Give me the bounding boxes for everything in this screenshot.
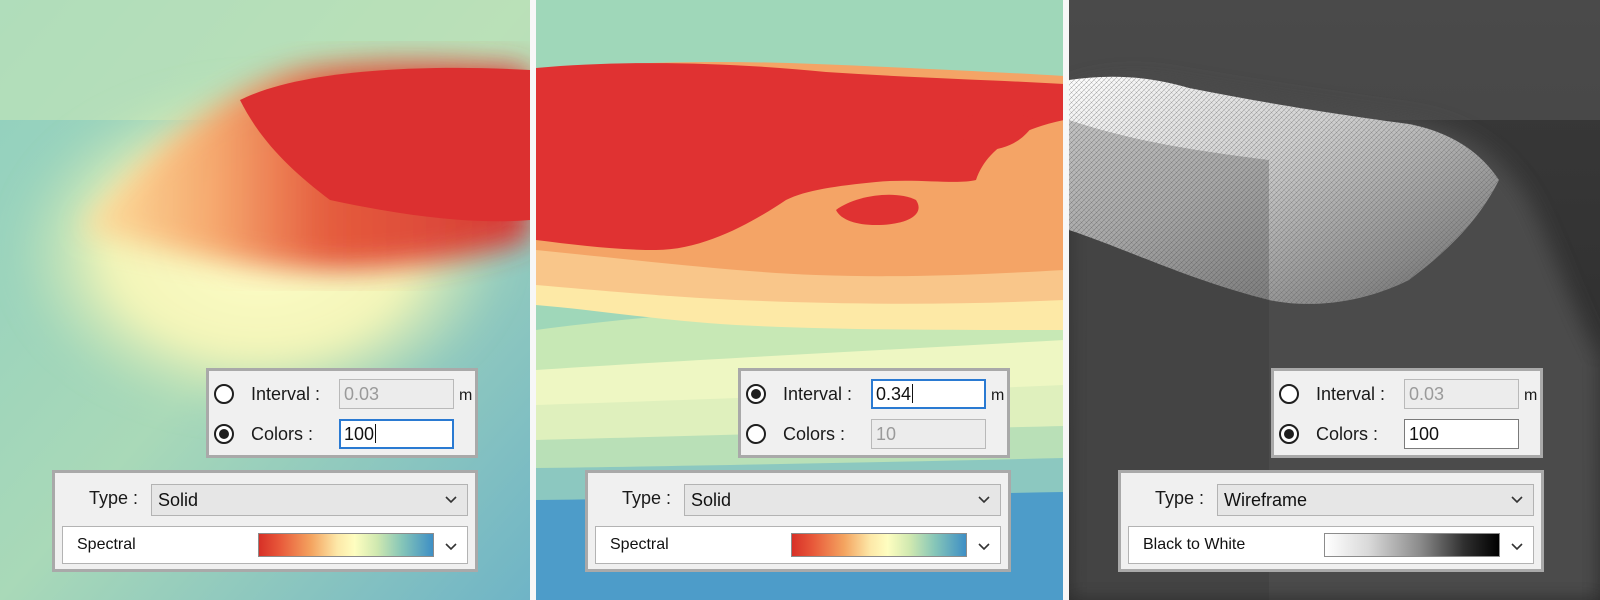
type-dropdown[interactable]: Wireframe bbox=[1217, 484, 1534, 516]
interval-input[interactable]: 0.03 bbox=[339, 379, 454, 409]
interval-input-value: 0.34 bbox=[876, 384, 912, 404]
interval-input[interactable]: 0.03 bbox=[1404, 379, 1519, 409]
text-caret bbox=[375, 424, 377, 443]
colors-input[interactable]: 10 bbox=[871, 419, 986, 449]
chevron-down-icon bbox=[978, 496, 990, 504]
palette-gradient-swatch bbox=[791, 533, 967, 557]
colors-input[interactable]: 100 bbox=[339, 419, 454, 449]
chevron-down-icon bbox=[445, 496, 457, 504]
interval-radio[interactable] bbox=[746, 384, 766, 404]
colors-label: Colors : bbox=[251, 424, 314, 444]
render-type-options: Type : Solid Spectral bbox=[585, 470, 1011, 572]
interval-colors-options: Interval : 0.34 m Colors : 10 bbox=[738, 368, 1010, 458]
colors-input[interactable]: 100 bbox=[1404, 419, 1519, 449]
type-dropdown-value: Solid bbox=[691, 490, 732, 510]
palette-dropdown[interactable]: Black to White bbox=[1128, 526, 1534, 564]
colors-input-value: 100 bbox=[344, 424, 375, 444]
colors-radio[interactable] bbox=[1279, 424, 1299, 444]
interval-unit: m bbox=[1524, 387, 1538, 404]
type-label: Type : bbox=[89, 488, 139, 508]
interval-option-row: Interval : 0.03 m bbox=[1274, 379, 1540, 413]
text-caret bbox=[912, 384, 914, 403]
colors-label: Colors : bbox=[783, 424, 846, 444]
interval-label: Interval : bbox=[783, 384, 853, 404]
type-label: Type : bbox=[1155, 488, 1205, 508]
palette-name: Black to White bbox=[1143, 536, 1246, 553]
type-dropdown[interactable]: Solid bbox=[151, 484, 468, 516]
chevron-down-icon bbox=[1511, 543, 1523, 551]
palette-name: Spectral bbox=[610, 536, 669, 553]
interval-label: Interval : bbox=[251, 384, 321, 404]
palette-dropdown[interactable]: Spectral bbox=[62, 526, 468, 564]
colors-option-row: Colors : 100 bbox=[209, 419, 475, 453]
chevron-down-icon bbox=[1511, 496, 1523, 504]
type-label: Type : bbox=[622, 488, 672, 508]
type-dropdown-value: Wireframe bbox=[1224, 490, 1308, 510]
chevron-down-icon bbox=[445, 543, 457, 551]
type-dropdown-value: Solid bbox=[158, 490, 199, 510]
interval-colors-options: Interval : 0.03 m Colors : 100 bbox=[206, 368, 478, 458]
colors-option-row: Colors : 10 bbox=[741, 419, 1007, 453]
interval-input[interactable]: 0.34 bbox=[871, 379, 986, 409]
interval-radio[interactable] bbox=[214, 384, 234, 404]
palette-gradient-swatch bbox=[258, 533, 434, 557]
palette-gradient-swatch bbox=[1324, 533, 1500, 557]
interval-option-row: Interval : 0.03 m bbox=[209, 379, 475, 413]
interval-label: Interval : bbox=[1316, 384, 1386, 404]
colors-option-row: Colors : 100 bbox=[1274, 419, 1540, 453]
colors-label: Colors : bbox=[1316, 424, 1379, 444]
palette-dropdown[interactable]: Spectral bbox=[595, 526, 1001, 564]
palette-name: Spectral bbox=[77, 536, 136, 553]
colors-radio[interactable] bbox=[746, 424, 766, 444]
render-type-options: Type : Wireframe Black to White bbox=[1118, 470, 1544, 572]
interval-unit: m bbox=[459, 387, 473, 404]
interval-unit: m bbox=[991, 387, 1005, 404]
interval-colors-options: Interval : 0.03 m Colors : 100 bbox=[1271, 368, 1543, 458]
colors-radio[interactable] bbox=[214, 424, 234, 444]
interval-option-row: Interval : 0.34 m bbox=[741, 379, 1007, 413]
render-type-options: Type : Solid Spectral bbox=[52, 470, 478, 572]
type-dropdown[interactable]: Solid bbox=[684, 484, 1001, 516]
interval-radio[interactable] bbox=[1279, 384, 1299, 404]
chevron-down-icon bbox=[978, 543, 990, 551]
